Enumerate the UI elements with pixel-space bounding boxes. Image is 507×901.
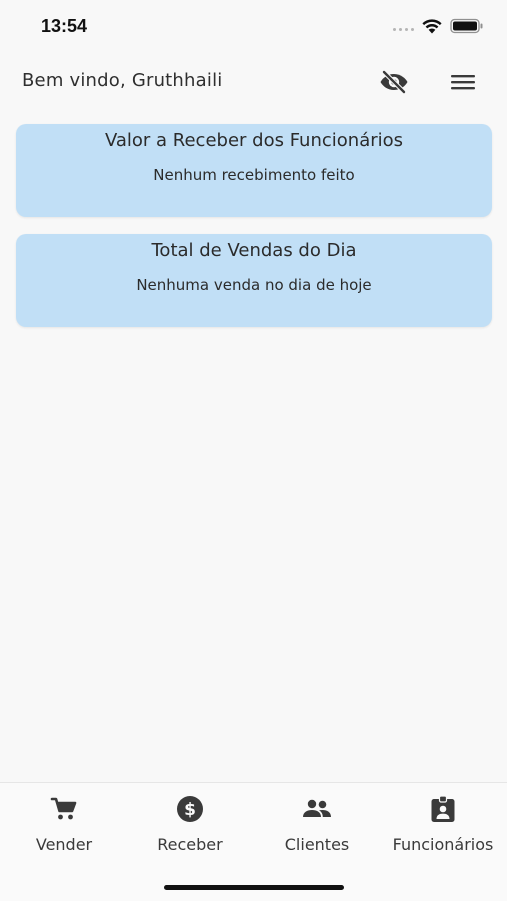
toggle-visibility-button[interactable] <box>378 66 410 98</box>
nav-item-vender[interactable]: Vender <box>1 783 127 863</box>
wifi-icon <box>422 19 442 34</box>
menu-button[interactable] <box>447 66 479 98</box>
card-subtitle: Nenhum recebimento feito <box>153 166 355 184</box>
card-title: Valor a Receber dos Funcionários <box>104 130 404 151</box>
people-icon <box>303 799 331 817</box>
bottom-navigation: Vender $ Receber Clientes Funcionários <box>0 782 507 901</box>
nav-label: Funcionários <box>392 835 494 854</box>
welcome-title: Bem vindo, Gruthhaili <box>22 70 223 91</box>
daily-sales-card[interactable]: Total de Vendas do Dia Nenhuma venda no … <box>16 234 492 327</box>
employee-receivables-card[interactable]: Valor a Receber dos Funcionários Nenhum … <box>16 124 492 217</box>
svg-text:$: $ <box>184 800 196 820</box>
nav-item-clientes[interactable]: Clientes <box>254 783 380 863</box>
battery-icon <box>450 18 483 34</box>
nav-label: Receber <box>157 835 223 854</box>
card-subtitle: Nenhuma venda no dia de hoje <box>136 276 372 294</box>
card-title: Total de Vendas do Dia <box>151 240 357 261</box>
nav-item-funcionarios[interactable]: Funcionários <box>380 783 506 863</box>
visibility-off-icon <box>380 70 408 94</box>
cart-icon <box>50 797 77 820</box>
menu-icon <box>451 75 475 90</box>
nav-label: Clientes <box>284 835 350 854</box>
app-header: Bem vindo, Gruthhaili <box>0 52 507 112</box>
nav-item-receber[interactable]: $ Receber <box>127 783 253 863</box>
id-badge-icon <box>431 795 455 822</box>
dollar-circle-icon: $ <box>177 796 203 822</box>
status-time: 13:54 <box>41 16 88 36</box>
home-indicator[interactable] <box>164 885 344 890</box>
status-bar: 13:54 <box>0 0 507 52</box>
cellular-signal-icon <box>393 28 414 31</box>
nav-label: Vender <box>35 835 93 854</box>
